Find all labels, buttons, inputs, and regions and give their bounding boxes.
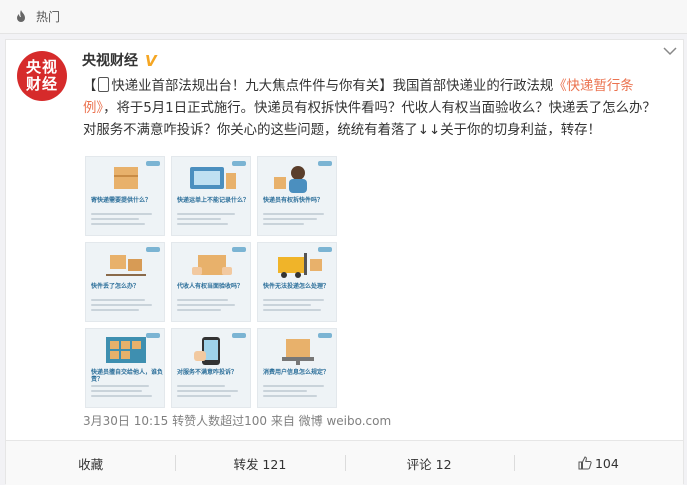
chevron-down-icon[interactable]: [663, 46, 677, 56]
svg-text:V: V: [145, 52, 158, 68]
image-thumbnail[interactable]: 快递员擅自交给他人，谁负责？: [85, 328, 165, 408]
favorite-button[interactable]: 收藏: [6, 441, 175, 485]
image-thumbnail[interactable]: 快件无法投递怎么处理？: [257, 242, 337, 322]
verified-icon: V: [145, 52, 158, 68]
image-grid: 寄快递需要提供什么？ 快递运单上不能记录什么？ 快递员有权拆快件吗？ 快件丢了怎…: [85, 156, 337, 408]
post-text: 【快递业首部法规出台！九大焦点件件与你有关】我国首部快递业的行政法规《快递暂行条…: [83, 77, 656, 138]
topbar-title: 热门: [36, 10, 61, 24]
image-thumbnail[interactable]: 快件丢了怎么办？: [85, 242, 165, 322]
post-meta: 3月30日 10:15 转赞人数超过100 来自 微博 weibo.com: [83, 414, 392, 428]
avatar[interactable]: 央视 财经: [17, 51, 67, 101]
post-text-part-1: 快递业首部法规出台！九大焦点件件与你有关】我国首部快递业的行政法规: [111, 79, 554, 94]
top-bar: 热门: [0, 0, 687, 34]
post-text-part-2: ，将于5月1日正式施行。快递员有权拆快件看吗？代收人有权当面验收么？快递丢了怎么…: [83, 101, 656, 138]
image-thumbnail[interactable]: 代收人有权当面验收吗？: [171, 242, 251, 322]
action-bar: 收藏 转发 121 评论 12 104: [6, 440, 683, 485]
fire-icon: [17, 9, 25, 22]
image-thumbnail[interactable]: 快递运单上不能记录什么？: [171, 156, 251, 236]
weibo-post-card: 央视 财经 央视财经 V 【快递业首部法规出台！九大焦点件件与你有关】我国首部快…: [5, 39, 684, 485]
phone-icon: [98, 77, 110, 92]
username[interactable]: 央视财经: [82, 50, 138, 70]
comment-button[interactable]: 评论 12: [344, 441, 514, 485]
avatar-line-2: 财经: [25, 75, 58, 93]
avatar-line-1: 央视: [25, 58, 58, 76]
thumbs-up-icon: [578, 456, 592, 470]
image-thumbnail[interactable]: 快递员有权拆快件吗？: [257, 156, 337, 236]
image-thumbnail[interactable]: 寄快递需要提供什么？: [85, 156, 165, 236]
repost-button[interactable]: 转发 121: [175, 441, 344, 485]
like-button[interactable]: 104: [513, 441, 683, 485]
image-thumbnail[interactable]: 对服务不满意咋投诉？: [171, 328, 251, 408]
image-thumbnail[interactable]: 消费用户信息怎么规定？: [257, 328, 337, 408]
